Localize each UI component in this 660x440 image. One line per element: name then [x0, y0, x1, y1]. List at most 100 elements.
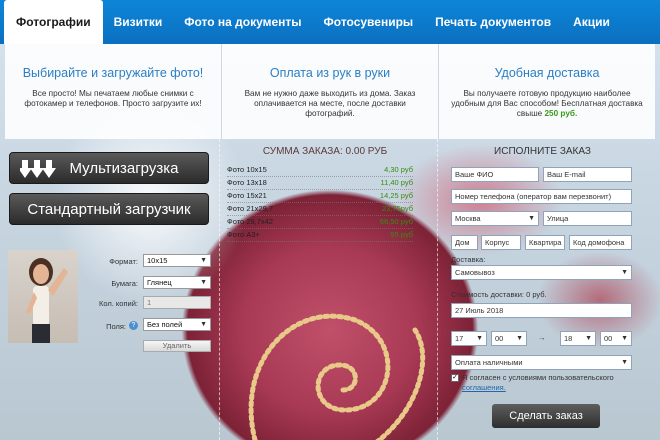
agree-label: Я согласен с условиями пользовательского [462, 373, 614, 382]
time-from-minute-select[interactable]: 00 ▼ [491, 331, 527, 346]
price-value: 14,25 руб [379, 191, 413, 200]
chevron-down-icon: ▼ [200, 257, 207, 264]
info-payment-title: Оплата из рук в руки [269, 66, 391, 80]
price-name: Фото А3+ [227, 230, 260, 239]
price-row: Фото А3+ 95 руб [227, 230, 413, 242]
time-to-hour-value: 18 [564, 334, 573, 343]
chevron-down-icon: ▼ [516, 335, 523, 342]
help-icon[interactable]: ? [129, 321, 138, 330]
info-upload: Выбирайте и загружайте фото! Все просто!… [5, 44, 222, 139]
tab-document-photos[interactable]: Фото на документы [173, 0, 312, 44]
corpus-field[interactable]: Корпус [481, 235, 521, 250]
tab-document-printing[interactable]: Печать документов [424, 0, 562, 44]
price-value: 23,75руб [382, 204, 413, 213]
tab-photo-souvenirs[interactable]: Фотосувениры [313, 0, 425, 44]
order-form-title: ИСПОЛНИТЕ ЗАКАЗ [494, 146, 591, 157]
info-payment: Оплата из рук в руки Вам не нужно даже в… [222, 44, 439, 139]
margins-label: Поля: [106, 322, 126, 331]
city-select[interactable]: Москва ▼ [451, 211, 539, 226]
column-divider [437, 139, 438, 440]
price-name: Фото 13x18 [227, 178, 267, 187]
price-name: Фото 15x21 [227, 191, 267, 200]
paper-value: Глянец [147, 278, 172, 287]
delivery-cost-label: Стоимость доставки: 0 руб. [451, 290, 547, 299]
margins-select[interactable]: Без полей ▼ [143, 318, 211, 331]
delivery-select[interactable]: Самовывоз ▼ [451, 265, 632, 280]
price-value: 4,30 руб [384, 165, 413, 174]
intercom-field[interactable]: Код домофона [569, 235, 632, 250]
info-delivery-title: Удобная доставка [494, 66, 600, 80]
price-row: Фото 13x18 11,40 руб [227, 178, 413, 190]
paper-label: Бумага: [111, 279, 138, 288]
chevron-down-icon: ▼ [476, 335, 483, 342]
standard-upload-button[interactable]: Стандартный загрузчик [9, 193, 209, 225]
house-field[interactable]: Дом [451, 235, 478, 250]
info-strip: Выбирайте и загружайте фото! Все просто!… [5, 44, 655, 139]
submit-order-button[interactable]: Сделать заказ [492, 404, 600, 428]
format-label: Формат: [109, 257, 138, 266]
multi-upload-button[interactable]: Мультизагрузка [9, 152, 209, 184]
info-upload-title: Выбирайте и загружайте фото! [22, 66, 204, 80]
chevron-down-icon: ▼ [621, 335, 628, 342]
price-row: Фото 10x15 4,30 руб [227, 165, 413, 177]
chevron-down-icon: ▼ [200, 279, 207, 286]
time-to-minute-value: 00 [604, 334, 613, 343]
city-value: Москва [455, 214, 481, 223]
payment-value: Оплата наличными [455, 358, 523, 367]
standard-upload-label: Стандартный загрузчик [27, 200, 191, 218]
agreement-link[interactable]: соглашения. [462, 383, 506, 392]
tab-business-cards[interactable]: Визитки [103, 0, 174, 44]
time-to-hour-select[interactable]: 18 ▼ [560, 331, 596, 346]
delete-button[interactable]: Удалить [143, 340, 211, 352]
time-from-hour-value: 17 [455, 334, 464, 343]
download-arrows-icon [20, 160, 56, 178]
date-field[interactable]: 27 Июль 2018 [451, 303, 632, 318]
format-select[interactable]: 10x15 ▼ [143, 254, 211, 267]
order-sum-title: СУММА ЗАКАЗА: 0.00 РУБ [262, 146, 388, 157]
copies-label: Кол. копий: [99, 299, 138, 308]
chevron-down-icon: ▼ [621, 359, 628, 366]
street-field[interactable]: Улица [543, 211, 632, 226]
delivery-value: Самовывоз [455, 268, 495, 277]
tab-promotions[interactable]: Акции [562, 0, 621, 44]
chevron-down-icon: ▼ [621, 269, 628, 276]
chevron-down-icon: ▼ [528, 215, 535, 222]
paper-select[interactable]: Глянец ▼ [143, 276, 211, 289]
arrow-right-icon: → [538, 333, 546, 342]
nav-tabs: Фотографии Визитки Фото на документы Фот… [0, 0, 660, 44]
price-name: Фото 10x15 [227, 165, 267, 174]
price-row: Фото 29,7x42 66,50 руб [227, 217, 413, 229]
price-name: Фото 21x29,7 [227, 204, 274, 213]
price-value: 66,50 руб [379, 217, 413, 226]
margins-value: Без полей [147, 320, 183, 329]
ornament-decoration [248, 313, 426, 440]
name-field[interactable]: Ваше ФИО [451, 167, 539, 182]
flat-field[interactable]: Квартира [525, 235, 565, 250]
info-payment-text: Вам не нужно даже выходить из дома. Зака… [244, 89, 416, 118]
chevron-down-icon: ▼ [585, 335, 592, 342]
price-value: 95 руб [390, 230, 413, 239]
info-delivery-text: Вы получаете готовую продукцию наиболее … [449, 89, 645, 119]
time-from-minute-value: 00 [495, 334, 504, 343]
multi-upload-label: Мультизагрузка [69, 159, 179, 177]
price-name: Фото 29,7x42 [227, 217, 274, 226]
format-value: 10x15 [147, 256, 168, 265]
delivery-label: Доставка: [451, 255, 486, 264]
copies-input[interactable]: 1 [143, 296, 211, 309]
free-delivery-threshold: 250 руб. [544, 109, 578, 118]
time-from-hour-select[interactable]: 17 ▼ [451, 331, 487, 346]
chevron-down-icon: ▼ [200, 321, 207, 328]
price-row: Фото 15x21 14,25 руб [227, 191, 413, 203]
phone-field[interactable]: Номер телефона (оператор вам перезвонит) [451, 189, 632, 204]
payment-select[interactable]: Оплата наличными ▼ [451, 355, 632, 370]
agree-text: Я согласен с условиями пользовательского… [462, 373, 637, 393]
info-delivery: Удобная доставка Вы получаете готовую пр… [439, 44, 655, 139]
price-row: Фото 21x29,7 23,75руб [227, 204, 413, 216]
agree-checkbox[interactable]: ✓ [451, 374, 459, 382]
price-value: 11,40 руб [380, 178, 413, 187]
time-to-minute-select[interactable]: 00 ▼ [600, 331, 632, 346]
info-upload-text: Все просто! Мы печатаем любые снимки с ф… [24, 89, 202, 108]
column-divider [219, 139, 220, 440]
tab-photos[interactable]: Фотографии [4, 0, 103, 44]
email-field[interactable]: Ваш E-mail [543, 167, 632, 182]
